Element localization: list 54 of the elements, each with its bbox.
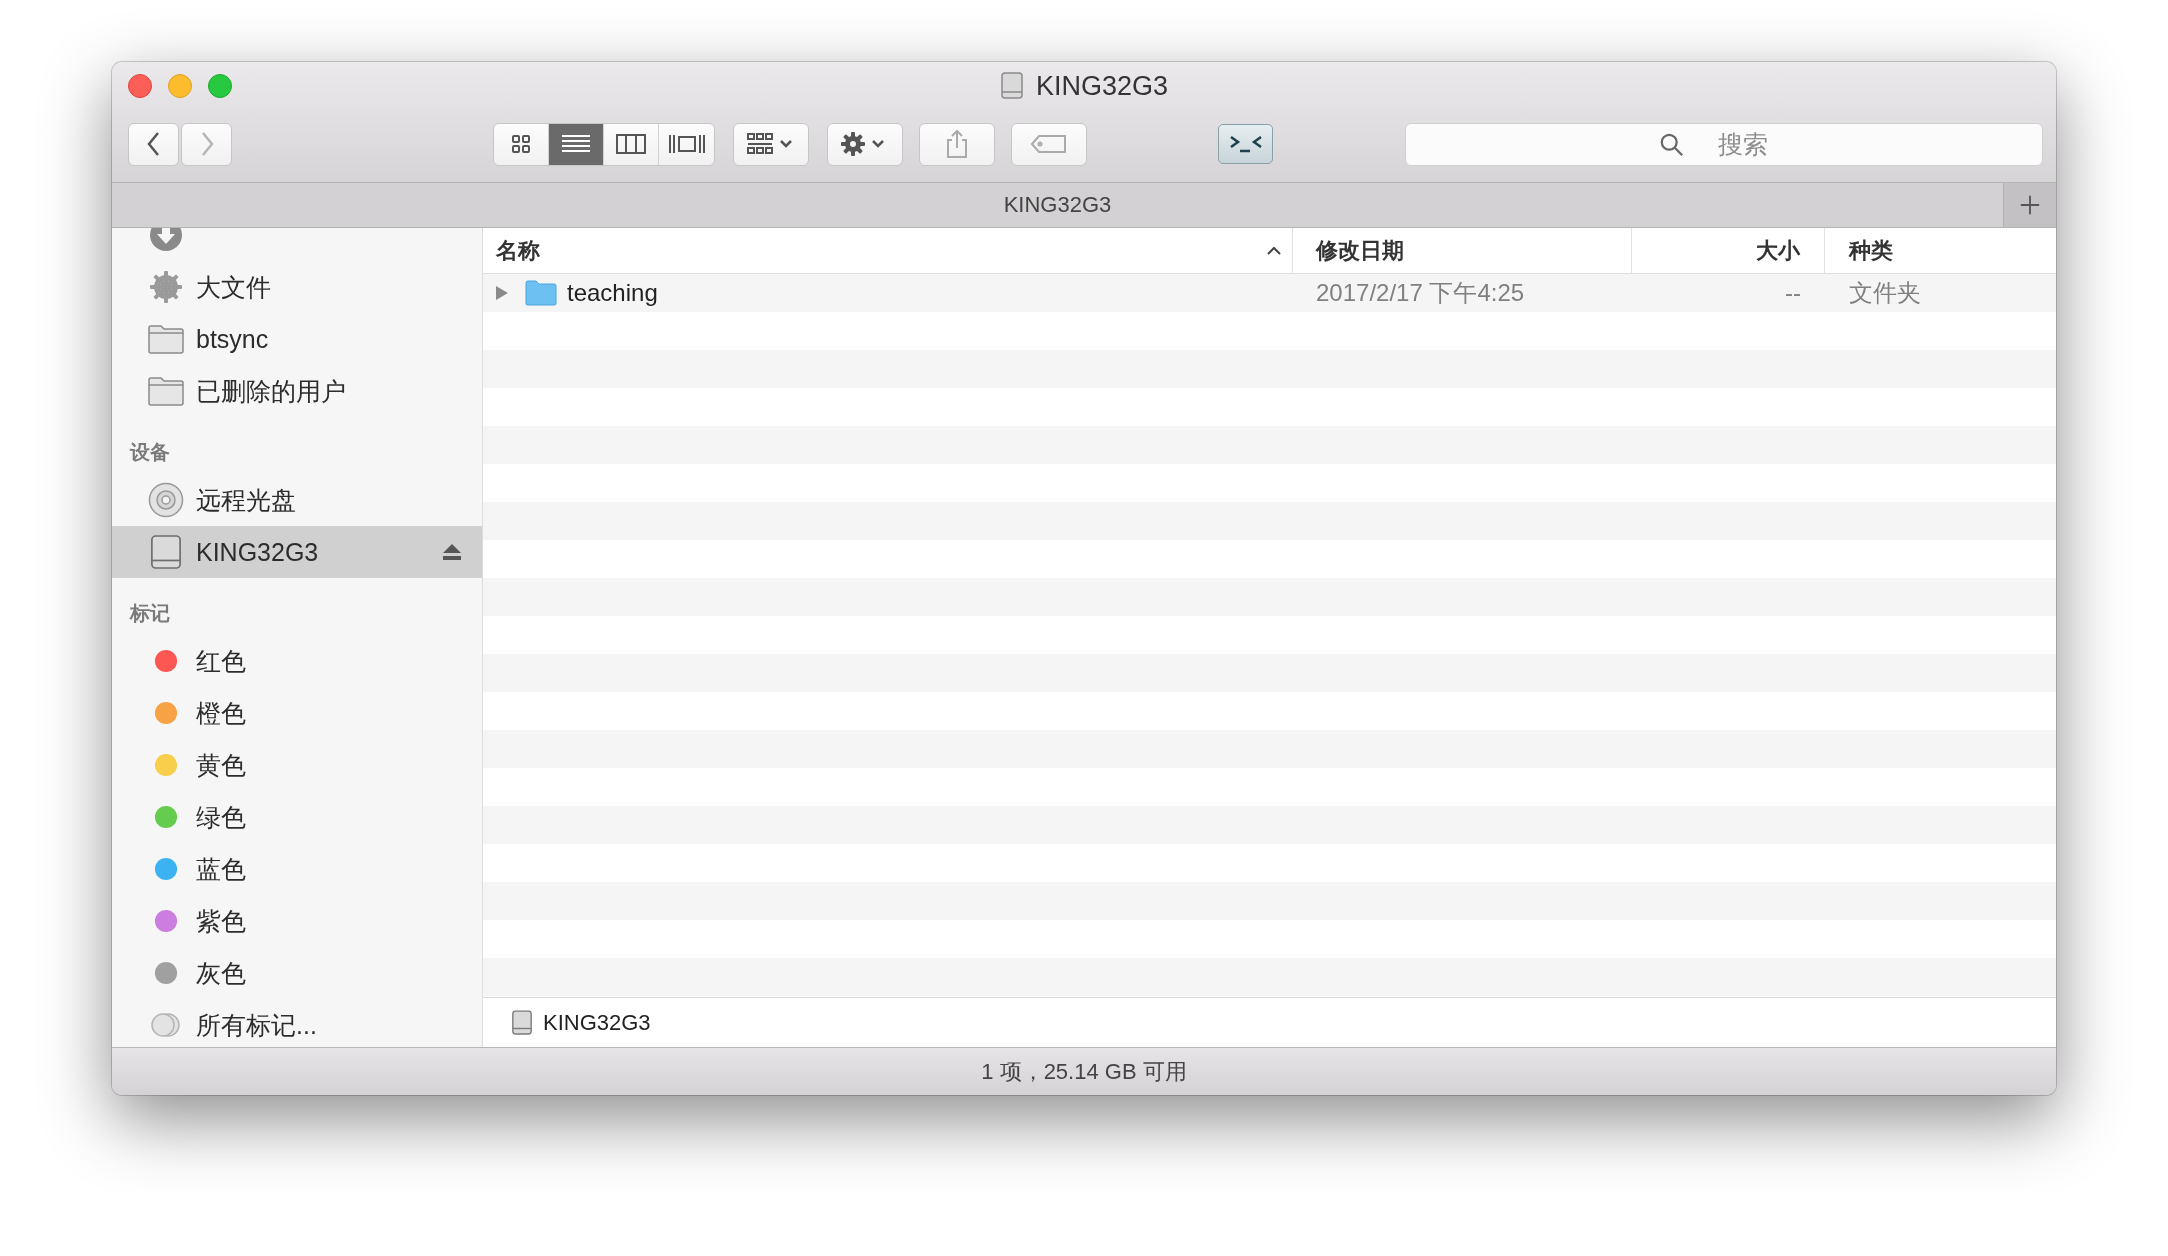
cover-flow-button[interactable] (659, 123, 714, 165)
sidebar-item[interactable]: 黄色 (112, 739, 482, 791)
sidebar-item[interactable]: 远程光盘 (112, 474, 482, 526)
sidebar-item[interactable]: 灰色 (112, 947, 482, 999)
new-tab-button[interactable] (2003, 183, 2056, 227)
tag-icon (1029, 133, 1069, 155)
window-title: KING32G3 (1035, 70, 1169, 102)
sidebar-item[interactable]: 红色 (112, 635, 482, 687)
sidebar-item[interactable]: 蓝色 (112, 843, 482, 895)
list-view-button[interactable] (549, 123, 604, 165)
view-mode-control[interactable] (493, 122, 715, 166)
sidebar-heading: 设备 (128, 440, 171, 465)
sidebar-item[interactable]: 橙色 (112, 687, 482, 739)
close-button[interactable] (128, 74, 152, 98)
icon-view-button[interactable] (494, 123, 549, 165)
column-header[interactable]: 名称 (483, 228, 1293, 273)
column-view-button[interactable] (604, 123, 659, 165)
sidebar-item[interactable]: 已删除的用户 (112, 365, 482, 417)
gear-icon (149, 270, 183, 304)
file-name: teaching (567, 279, 658, 307)
file-size: -- (1785, 279, 1801, 307)
disc-icon (148, 482, 184, 518)
path-item[interactable]: KING32G3 (543, 1009, 651, 1036)
sidebar-item[interactable]: 大文件 (112, 261, 482, 313)
disclosure-triangle[interactable] (495, 285, 509, 301)
search-field[interactable]: 搜索 (1405, 122, 2043, 166)
drive-icon (511, 1009, 533, 1036)
column-header[interactable]: 大小 (1632, 228, 1825, 273)
terminal-button[interactable] (1218, 124, 1273, 164)
plus-icon (2019, 194, 2041, 216)
folder-icon (148, 324, 184, 354)
eject-icon[interactable] (442, 543, 462, 561)
status-text: 1 项，25.14 GB 可用 (981, 1057, 1187, 1086)
column-header[interactable]: 种类 (1825, 228, 2056, 273)
modified-date: 2017/2/17 下午4:25 (1316, 278, 1525, 308)
sidebar-item[interactable]: 紫色 (112, 895, 482, 947)
caret-icon (1266, 245, 1282, 256)
sidebar-item[interactable]: 所有标记... (112, 999, 482, 1047)
sidebar-heading: 标记 (128, 601, 171, 626)
column-header[interactable]: 修改日期 (1293, 228, 1632, 273)
sidebar-item[interactable]: 绿色 (112, 791, 482, 843)
folder-icon (148, 376, 184, 406)
file-kind: 文件夹 (1849, 278, 1921, 308)
action-button[interactable] (827, 122, 903, 166)
sidebar-item[interactable]: KING32G3 (112, 526, 482, 578)
file-row[interactable]: teaching 2017/2/17 下午4:25 -- 文件夹 (483, 274, 2056, 312)
search-icon (1659, 131, 1685, 158)
drive-icon (999, 72, 1024, 100)
all-tags-icon (150, 1012, 182, 1038)
arrange-button[interactable] (733, 122, 809, 166)
drive-icon (150, 534, 182, 570)
back-button[interactable] (128, 122, 179, 166)
sidebar-item[interactable]: btsync (112, 313, 482, 365)
folder-icon (525, 280, 557, 306)
